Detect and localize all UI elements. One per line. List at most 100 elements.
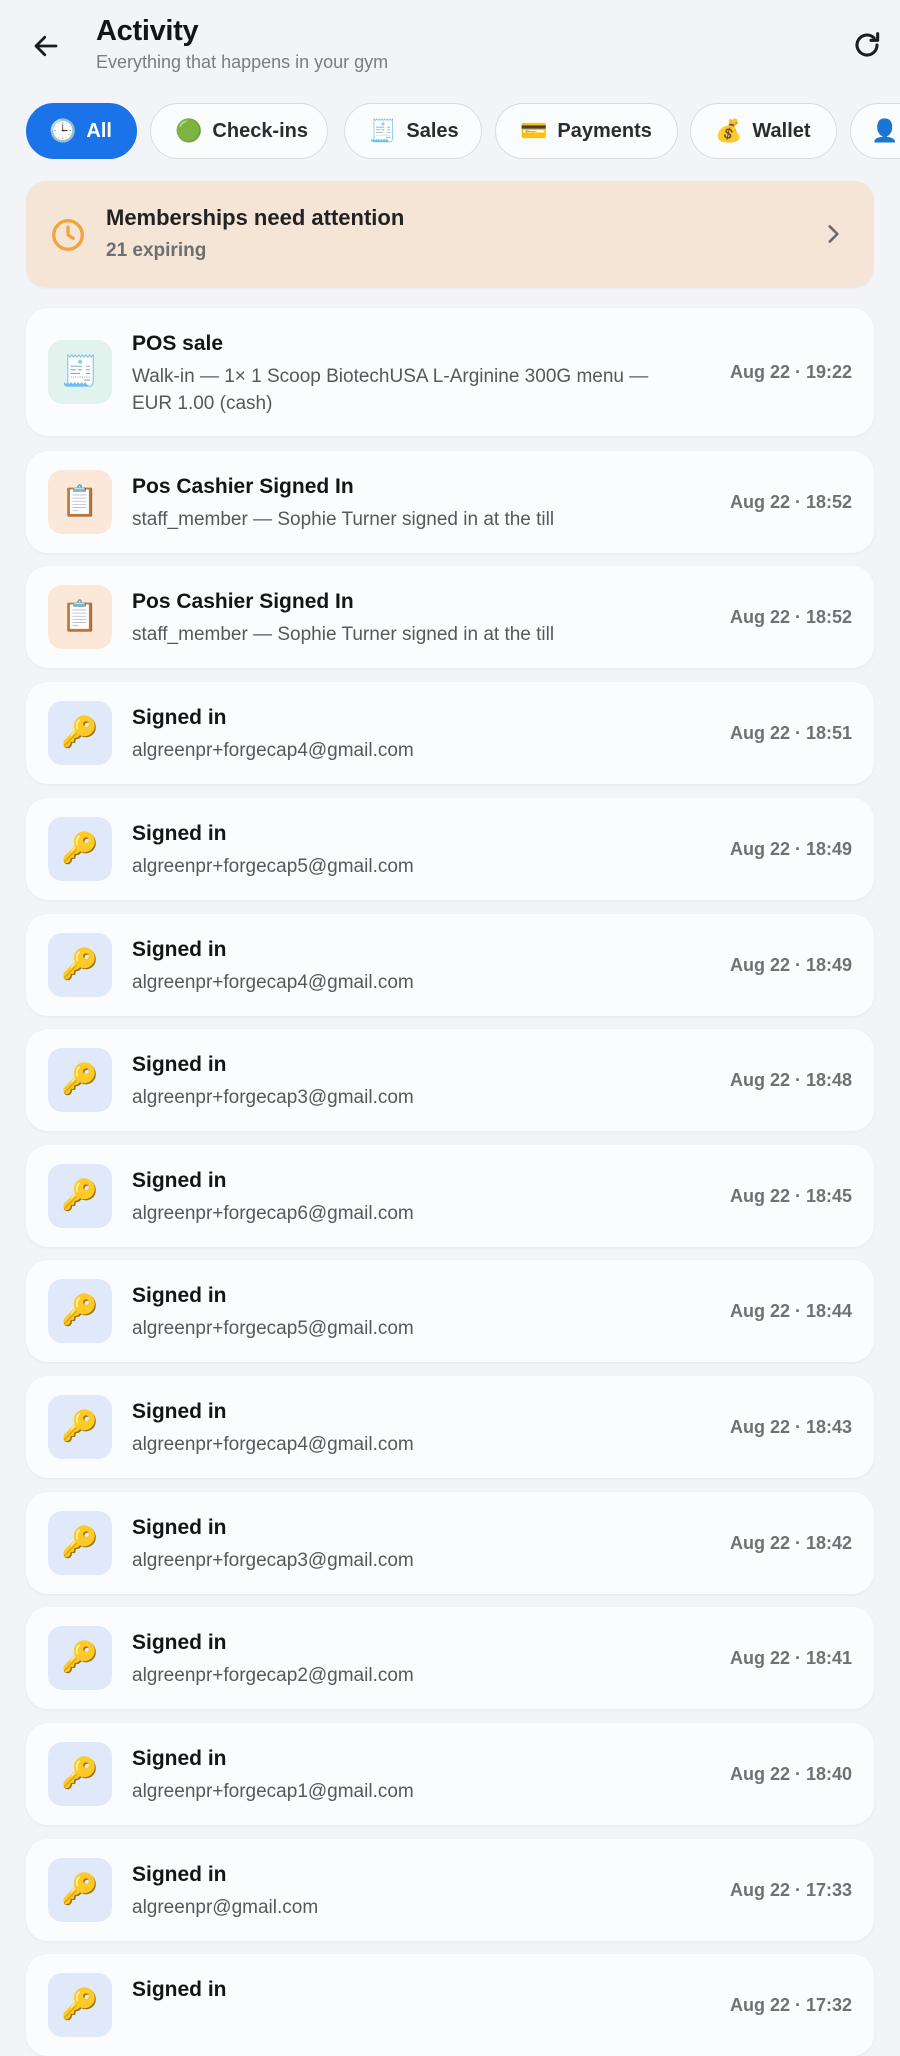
activity-description: algreenpr+forgecap5@gmail.com (132, 856, 414, 877)
activity-description-line: Walk-in — 1× 1 Scoop BiotechUSA L-Argini… (132, 366, 649, 387)
activity-title: Pos Cashier Signed In (132, 475, 354, 498)
filter-chips: 🕒 All 🟢 Check-ins 🧾 Sales 💳 Payments 💰 W… (26, 103, 900, 161)
page-title: Activity (96, 15, 199, 47)
key-icon: 🔑 (48, 1973, 112, 2037)
activity-description: algreenpr+forgecap4@gmail.com (132, 1434, 414, 1455)
activity-title: Signed in (132, 938, 227, 961)
chevron-right-icon (828, 225, 839, 243)
activity-time: Aug 22 · 18:49 (729, 955, 852, 975)
chip-label: Check-ins (212, 119, 308, 142)
activity-title: POS sale (132, 332, 224, 355)
activity-description: algreenpr+forgecap1@gmail.com (132, 1781, 414, 1802)
key-icon: 🔑 (48, 933, 112, 997)
activity-description: staff_member — Sophie Turner signed in a… (132, 509, 555, 530)
chip-wallet[interactable]: 💰 Wallet (690, 103, 837, 159)
activity-time: Aug 22 · 18:41 (729, 1648, 852, 1668)
activity-card-pos-sale[interactable]: 🧾 POS sale Walk-in — 1× 1 Scoop BiotechU… (26, 308, 874, 436)
activity-card-signed-in[interactable]: 🔑 Signed in algreenpr+forgecap5@gmail.co… (26, 798, 874, 900)
activity-card-signed-in[interactable]: 🔑 Signed in algreenpr+forgecap2@gmail.co… (26, 1607, 874, 1709)
key-icon: 🔑 (48, 701, 112, 765)
activity-description: algreenpr+forgecap6@gmail.com (132, 1203, 414, 1224)
chip-payments[interactable]: 💳 Payments (495, 103, 678, 159)
key-icon: 🔑 (48, 1858, 112, 1922)
activity-card-signed-in[interactable]: 🔑 Signed in algreenpr+forgecap6@gmail.co… (26, 1145, 874, 1247)
chip-label: Wallet (752, 119, 811, 142)
chip-sales[interactable]: 🧾 Sales (344, 103, 482, 159)
activity-card-signed-in[interactable]: 🔑 Signed in algreenpr+forgecap3@gmail.co… (26, 1492, 874, 1594)
activity-card-signed-in[interactable]: 🔑 Signed in Aug 22 · 17:32 (26, 1954, 874, 2056)
chip-label: All (86, 119, 112, 142)
activity-title: Pos Cashier Signed In (132, 590, 354, 613)
alert-subtitle: 21 expiring (106, 240, 207, 261)
key-icon: 🔑 (48, 1048, 112, 1112)
activity-title: Signed in (132, 706, 227, 729)
activity-title: Signed in (132, 1631, 227, 1654)
chip-all[interactable]: 🕒 All (26, 103, 137, 159)
memberships-alert[interactable]: Memberships need attention 21 expiring (26, 181, 874, 287)
receipt-icon: 🧾 (369, 118, 397, 143)
activity-time: Aug 22 · 18:49 (729, 839, 852, 859)
refresh-button[interactable] (846, 24, 888, 66)
activity-description-line: EUR 1.00 (cash) (132, 393, 273, 414)
activity-card-signed-in[interactable]: 🔑 Signed in algreenpr+forgecap3@gmail.co… (26, 1029, 874, 1131)
activity-description: algreenpr+forgecap5@gmail.com (132, 1318, 414, 1339)
key-icon: 🔑 (48, 1279, 112, 1343)
activity-time: Aug 22 · 19:22 (729, 362, 852, 382)
activity-time: Aug 22 · 18:45 (729, 1186, 852, 1206)
page-subtitle: Everything that happens in your gym (96, 52, 389, 72)
activity-description: staff_member — Sophie Turner signed in a… (132, 624, 555, 645)
chip-members[interactable]: 👤 (850, 103, 900, 159)
activity-time: Aug 22 · 18:52 (729, 492, 852, 512)
activity-description: algreenpr@gmail.com (132, 1897, 319, 1918)
activity-title: Signed in (132, 1169, 227, 1192)
activity-time: Aug 22 · 17:33 (729, 1880, 852, 1900)
activity-card-signed-in[interactable]: 🔑 Signed in algreenpr+forgecap5@gmail.co… (26, 1260, 874, 1362)
activity-description: algreenpr+forgecap3@gmail.com (132, 1550, 414, 1571)
activity-card-signed-in[interactable]: 🔑 Signed in algreenpr+forgecap4@gmail.co… (26, 682, 874, 784)
activity-description: algreenpr+forgecap3@gmail.com (132, 1087, 414, 1108)
activity-time: Aug 22 · 18:40 (729, 1764, 852, 1784)
app-header: Activity Everything that happens in your… (0, 0, 900, 92)
key-icon: 🔑 (48, 1164, 112, 1228)
chip-label: Payments (557, 119, 652, 142)
chip-check-ins[interactable]: 🟢 Check-ins (150, 103, 328, 159)
activity-card-cashier[interactable]: 📋 Pos Cashier Signed In staff_member — S… (26, 566, 874, 668)
clock-icon: 🕒 (49, 118, 77, 143)
activity-card-signed-in[interactable]: 🔑 Signed in algreenpr+forgecap4@gmail.co… (26, 1376, 874, 1478)
clipboard-icon: 📋 (48, 585, 112, 649)
activity-card-cashier[interactable]: 📋 Pos Cashier Signed In staff_member — S… (26, 451, 874, 553)
back-button[interactable] (26, 26, 66, 66)
activity-title: Signed in (132, 1284, 227, 1307)
activity-description: algreenpr+forgecap4@gmail.com (132, 740, 414, 761)
money-bag-icon: 💰 (715, 118, 743, 143)
activity-title: Signed in (132, 1863, 227, 1886)
activity-time: Aug 22 · 18:52 (729, 607, 852, 627)
activity-title: Signed in (132, 822, 227, 845)
activity-time: Aug 22 · 18:42 (729, 1533, 852, 1553)
activity-time: Aug 22 · 18:44 (729, 1301, 852, 1321)
activity-title: Signed in (132, 1747, 227, 1770)
key-icon: 🔑 (48, 1395, 112, 1459)
credit-card-icon: 💳 (520, 118, 548, 143)
refresh-icon (855, 32, 880, 57)
activity-time: Aug 22 · 18:51 (729, 723, 852, 743)
key-icon: 🔑 (48, 1626, 112, 1690)
arrow-left-icon (34, 35, 58, 57)
receipt-icon: 🧾 (48, 340, 112, 404)
activity-card-signed-in[interactable]: 🔑 Signed in algreenpr@gmail.com Aug 22 ·… (26, 1839, 874, 1941)
green-circle-icon: 🟢 (175, 118, 203, 143)
activity-title: Signed in (132, 1516, 227, 1539)
activity-title: Signed in (132, 1978, 227, 2001)
activity-card-signed-in[interactable]: 🔑 Signed in algreenpr+forgecap1@gmail.co… (26, 1723, 874, 1825)
alert-title: Memberships need attention (106, 205, 405, 230)
key-icon: 🔑 (48, 817, 112, 881)
activity-time: Aug 22 · 17:32 (729, 1995, 852, 2015)
activity-card-signed-in[interactable]: 🔑 Signed in algreenpr+forgecap4@gmail.co… (26, 914, 874, 1016)
activity-description: algreenpr+forgecap4@gmail.com (132, 972, 414, 993)
activity-time: Aug 22 · 18:48 (729, 1070, 852, 1090)
activity-description: Walk-in — 1× 1 Scoop BiotechUSA L-Argini… (132, 363, 692, 417)
activity-time: Aug 22 · 18:43 (729, 1417, 852, 1437)
activity-title: Signed in (132, 1400, 227, 1423)
activity-title: Signed in (132, 1053, 227, 1076)
activity-description: algreenpr+forgecap2@gmail.com (132, 1665, 414, 1686)
